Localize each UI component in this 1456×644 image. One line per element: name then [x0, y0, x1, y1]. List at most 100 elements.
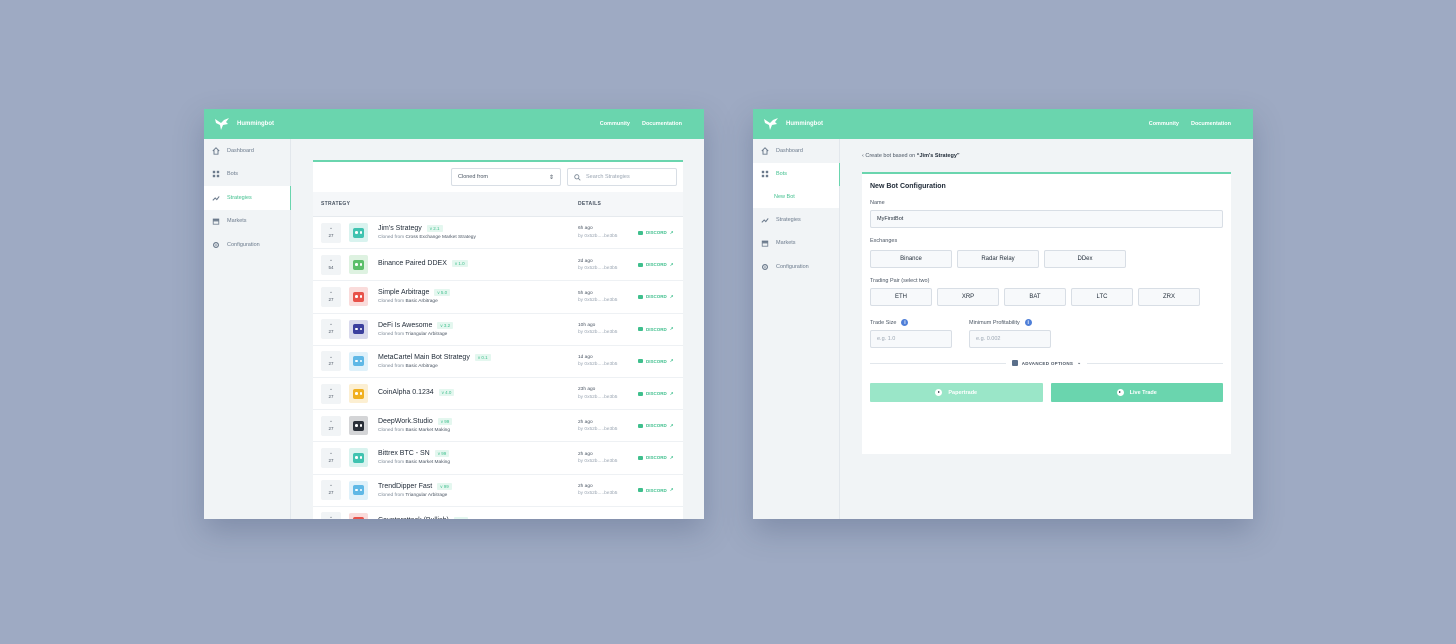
exchange-option-radar-relay[interactable]: Radar Relay [957, 250, 1039, 268]
sidebar-item-markets[interactable]: Markets [204, 210, 290, 234]
name-field[interactable]: MyFirstBot [870, 210, 1223, 228]
strategy-name[interactable]: MetaCartel Main Bot Strategy [378, 354, 470, 361]
community-link[interactable]: Community [600, 121, 630, 127]
upvote-button[interactable]: ⌃ 54 [321, 254, 341, 275]
exchange-option-binance[interactable]: Binance [870, 250, 952, 268]
table-row[interactable]: ⌃ 27 Jim's Strategy v 2.1 Cloned from Cross … [313, 217, 683, 250]
pair-option-xrp[interactable]: XRP [937, 288, 999, 306]
info-icon[interactable]: i [1024, 319, 1032, 326]
table-row[interactable]: ⌃ 27 MetaCartel Main Bot Strategy v 0.1 Clon… [313, 346, 683, 378]
cloned-from[interactable]: Triangular Arbitrage [405, 493, 447, 498]
table-row[interactable]: ⌃ 27 Bittrex BTC - SN v 99 Cloned from Basic… [313, 442, 683, 475]
min-profit-field[interactable]: e.g. 0.002 [969, 330, 1051, 348]
min-profit-label: Minimum Profitability i [969, 319, 1051, 326]
sidebar-item-markets[interactable]: Markets [753, 232, 839, 256]
upvote-button[interactable]: ⌃27 [321, 222, 341, 243]
info-icon[interactable]: i [901, 319, 909, 326]
robot-icon [353, 259, 364, 270]
upvote-button[interactable]: ⌃27 [321, 286, 341, 307]
cloned-from[interactable]: Basic Arbitrage [405, 364, 437, 369]
search-input[interactable]: Search Strategies [567, 168, 677, 186]
author-address: by 0x52b.....be3b5 [578, 265, 618, 271]
trade-size-text: Trade Size [870, 319, 897, 326]
main-content: Cloned from ⇕ Search Strategies STRATEGY… [292, 139, 704, 519]
table-row[interactable]: ⌃ 54 Binance Paired DDEX v 1.0 2d ago by 0x5… [313, 249, 683, 282]
trade-size-field[interactable]: e.g. 1.0 [870, 330, 952, 348]
new-bot-window: Hummingbot Community Documentation Dashb… [753, 109, 1253, 519]
upvote-button[interactable]: ⌃27 [321, 351, 341, 372]
upvote-button[interactable]: ⌃27 [321, 415, 341, 436]
discord-link[interactable]: DISCORD ↗ [638, 358, 674, 364]
documentation-link[interactable]: Documentation [642, 121, 682, 127]
strategy-name[interactable]: TrendDipper Fast [378, 483, 432, 490]
pair-option-bat[interactable]: BAT [1004, 288, 1066, 306]
robot-icon [353, 420, 364, 431]
sidebar-item-configuration[interactable]: Configuration [204, 233, 290, 257]
cloned-from[interactable]: Basic Market Making [405, 460, 450, 465]
table-row[interactable]: ⌃ 27 CoinAlpha 0.1234 v 4.0 23h ago by 0x52b… [313, 378, 683, 411]
cloned-from[interactable]: Basic Arbitrage [405, 299, 437, 304]
discord-icon [638, 455, 643, 460]
strategy-name[interactable]: Bittrex BTC - SN [378, 450, 430, 457]
top-bar: Hummingbot Community Documentation [204, 109, 704, 139]
upvote-button[interactable]: ⌃27 [321, 480, 341, 501]
strategy-name[interactable]: Counterattack (Bullish) [378, 517, 449, 519]
sidebar-item-bots[interactable]: Bots [753, 162, 840, 186]
breadcrumb[interactable]: ‹ Create bot based on “Jim's Strategy” [862, 153, 960, 159]
sidebar-item-bots[interactable]: Bots [204, 163, 290, 187]
pair-option-zrx[interactable]: ZRX [1138, 288, 1200, 306]
table-row[interactable]: ⌃27Counterattack (Bullish)v 99 7h agoDIS… [313, 507, 683, 519]
sidebar-item-strategies[interactable]: Strategies [753, 208, 839, 232]
documentation-link[interactable]: Documentation [1191, 121, 1231, 127]
cloned-from[interactable]: Cross Exchange Market Strategy [405, 235, 475, 240]
discord-link[interactable]: DISCORD ↗ [638, 423, 674, 429]
discord-link[interactable]: DISCORD ↗ [638, 487, 674, 493]
strategy-name[interactable]: Binance Paired DDEX [378, 260, 447, 267]
cloned-from[interactable]: Basic Market Making [405, 428, 450, 433]
sidebar-item-configuration[interactable]: Configuration [753, 255, 839, 279]
discord-link[interactable]: DISCORD ↗ [638, 294, 674, 300]
cloned-from[interactable]: Triangular Arbitrage [405, 332, 447, 337]
upvote-button[interactable]: ⌃27 [321, 447, 341, 468]
exchange-option-ddex[interactable]: DDex [1044, 250, 1126, 268]
vote-count: 27 [328, 361, 334, 367]
strategy-name[interactable]: Simple Arbitrage [378, 289, 429, 296]
home-icon [212, 146, 220, 155]
community-link[interactable]: Community [1149, 121, 1179, 127]
papertrade-button[interactable]: Papertrade [870, 383, 1043, 402]
strategy-name[interactable]: DeFi Is Awesome [378, 322, 432, 329]
play-icon [1116, 389, 1124, 396]
strategy-name[interactable]: Jim's Strategy [378, 225, 422, 232]
version-badge: v 4.0 [438, 388, 455, 396]
discord-label: DISCORD [646, 294, 667, 300]
sidebar-item-new-bot[interactable]: New Bot [753, 186, 839, 208]
advanced-options-toggle[interactable]: ADVANCED OPTIONS ⌄ [870, 360, 1223, 366]
discord-link[interactable]: DISCORD ↗ [638, 262, 674, 268]
vote-count: 27 [328, 329, 334, 335]
app-logo[interactable]: Hummingbot [214, 117, 274, 131]
app-logo[interactable]: Hummingbot [763, 117, 823, 131]
sidebar-item-dashboard[interactable]: Dashboard [204, 139, 290, 163]
table-row[interactable]: ⌃ 27 Simple Arbitrage v 5.0 Cloned from Basi… [313, 281, 683, 314]
discord-link[interactable]: DISCORD ↗ [638, 391, 674, 397]
table-row[interactable]: ⌃ 27 TrendDipper Fast v 99 Cloned from Trian… [313, 475, 683, 507]
table-row[interactable]: ⌃ 27 DeFi Is Awesome v 3.2 Cloned from Trian… [313, 314, 683, 346]
live-trade-button[interactable]: Live Trade [1050, 383, 1223, 402]
discord-link[interactable]: DISCORD ↗ [638, 326, 674, 332]
gear-icon [761, 263, 769, 271]
upvote-button[interactable]: ⌃27 [321, 512, 341, 519]
discord-label: DISCORD [646, 262, 667, 268]
cloned-from-select[interactable]: Cloned from ⇕ [451, 168, 561, 186]
strategy-name[interactable]: CoinAlpha 0.1234 [378, 389, 434, 396]
upvote-button[interactable]: ⌃27 [321, 319, 341, 340]
table-row[interactable]: ⌃ 27 DeepWork.Studio v 99 Cloned from Basic … [313, 410, 683, 443]
sidebar-item-strategies[interactable]: Strategies [204, 186, 291, 210]
strategy-name[interactable]: DeepWork.Studio [378, 418, 433, 425]
time-ago: 10h ago [578, 322, 596, 328]
discord-link[interactable]: DISCORD ↗ [638, 455, 674, 461]
pair-option-eth[interactable]: ETH [870, 288, 932, 306]
upvote-button[interactable]: ⌃27 [321, 383, 341, 404]
pair-option-ltc[interactable]: LTC [1071, 288, 1133, 306]
discord-link[interactable]: DISCORD ↗ [638, 230, 674, 236]
sidebar-item-dashboard[interactable]: Dashboard [753, 139, 839, 163]
